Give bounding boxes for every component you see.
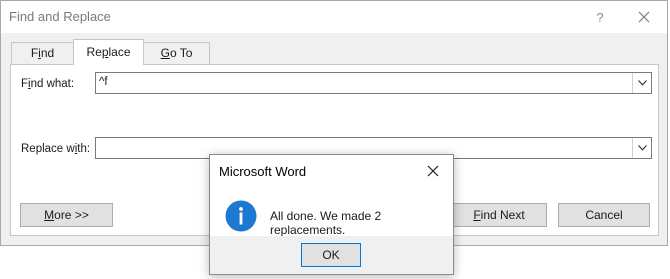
- dialog-title: Find and Replace: [9, 9, 111, 24]
- dialog-titlebar: Find and Replace ?: [1, 1, 667, 33]
- help-icon: ?: [596, 9, 604, 25]
- replace-label-b: th:: [77, 143, 91, 155]
- find-what-input[interactable]: ^f: [95, 72, 652, 94]
- tab-replace-label-b: lace: [108, 45, 131, 59]
- ok-button[interactable]: OK: [301, 243, 361, 267]
- tab-goto[interactable]: Go To: [143, 42, 210, 64]
- tab-replace[interactable]: Replace: [73, 39, 144, 65]
- find-label-a: F: [21, 78, 29, 90]
- ok-label: OK: [322, 248, 340, 262]
- tab-find[interactable]: Find: [11, 42, 74, 64]
- tab-goto-label-b: o To: [169, 46, 193, 60]
- close-icon: [427, 165, 439, 177]
- close-button[interactable]: [629, 4, 659, 30]
- more-label: ore >>: [54, 208, 89, 222]
- find-what-dropdown[interactable]: [632, 73, 651, 93]
- tab-find-label-b: nd: [40, 46, 55, 60]
- chevron-down-icon: [637, 80, 647, 86]
- message-box: Microsoft Word All done. We made 2 repla…: [209, 154, 454, 275]
- message-box-body: All done. We made 2 replacements.: [210, 187, 453, 237]
- message-box-title: Microsoft Word: [219, 164, 307, 179]
- find-label-b: nd what:: [30, 78, 75, 90]
- cancel-label: Cancel: [585, 208, 623, 222]
- find-what-value: ^f: [99, 76, 108, 88]
- find-what-label: Find what:: [21, 78, 74, 90]
- more-mnemonic: M: [44, 208, 55, 222]
- chevron-down-icon: [637, 145, 647, 151]
- info-icon: [225, 200, 257, 232]
- find-next-mnemonic: F: [473, 208, 481, 222]
- find-next-label: ind Next: [480, 208, 525, 222]
- more-button[interactable]: More >>: [20, 203, 113, 227]
- message-text: All done. We made 2 replacements.: [270, 209, 382, 237]
- find-next-button[interactable]: Find Next: [451, 203, 547, 227]
- tab-replace-mnemonic: p: [101, 45, 109, 59]
- close-icon: [638, 11, 650, 23]
- cancel-button[interactable]: Cancel: [558, 203, 650, 227]
- replace-with-label: Replace with:: [21, 143, 90, 155]
- message-box-titlebar: Microsoft Word: [210, 155, 453, 187]
- help-button[interactable]: ?: [585, 4, 615, 30]
- message-box-close-button[interactable]: [421, 160, 445, 182]
- tab-replace-label-a: Re: [86, 45, 102, 59]
- message-box-footer: OK: [210, 236, 453, 274]
- tab-goto-mnemonic: G: [160, 46, 170, 60]
- replace-with-dropdown[interactable]: [632, 138, 651, 158]
- replace-label-a: Replace w: [21, 143, 75, 155]
